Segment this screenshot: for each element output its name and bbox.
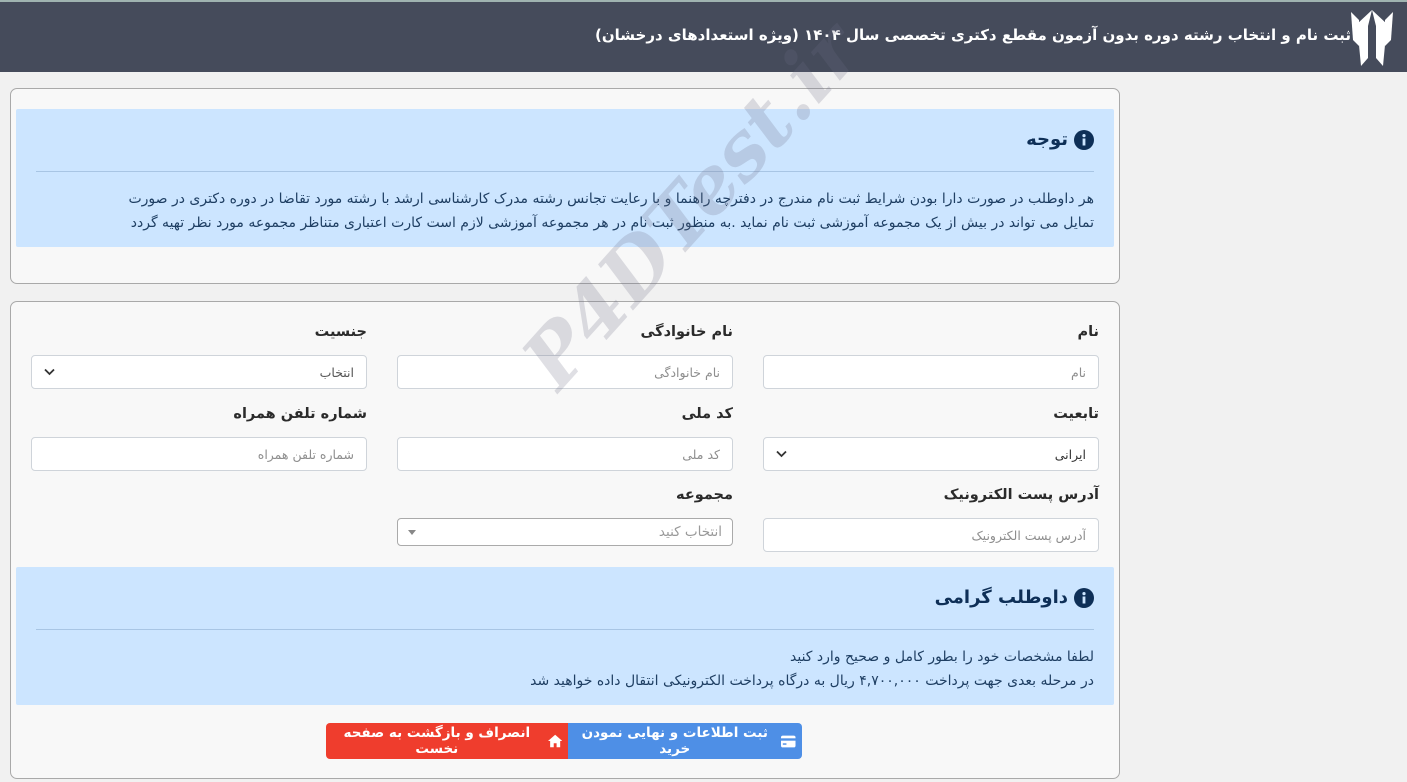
gender-selected-value: انتخاب: [319, 364, 354, 380]
group-placeholder: انتخاب کنید: [658, 524, 722, 540]
submit-purchase-button[interactable]: ثبت اطلاعات و نهایی نمودن خرید: [568, 723, 802, 759]
notice-heading-text: توجه: [1026, 129, 1068, 150]
group-select[interactable]: انتخاب کنید: [397, 518, 733, 546]
candidate-line: در مرحله بعدی جهت پرداخت ۴,۷۰۰,۰۰۰ ریال …: [530, 673, 1094, 689]
last-name-input[interactable]: [397, 355, 733, 389]
candidate-line: لطفا مشخصات خود را بطور کامل و صحیح وارد…: [790, 649, 1094, 665]
national-code-label: کد ملی: [681, 406, 733, 422]
university-logo-icon: [1351, 10, 1393, 66]
gender-select[interactable]: انتخاب: [31, 355, 367, 389]
registration-form-panel: نام نام خانوادگی جنسیت انتخاب تابعیت ایر…: [10, 301, 1120, 779]
group-label: مجموعه: [676, 487, 733, 503]
submit-purchase-label: ثبت اطلاعات و نهایی نمودن خرید: [581, 725, 768, 757]
notice-alert: توجه هر داوطلب در صورت دارا بودن شرایط ث…: [16, 109, 1114, 247]
cancel-home-label: انصراف و بازگشت به صفحه نخست: [343, 725, 531, 757]
nationality-label: تابعیت: [1053, 406, 1099, 422]
candidate-alert: داوطلب گرامی لطفا مشخصات خود را بطور کام…: [16, 567, 1114, 705]
gender-label: جنسیت: [314, 324, 367, 340]
chevron-down-icon: [776, 450, 787, 458]
home-icon: [547, 734, 562, 748]
notice-heading: توجه: [1026, 129, 1094, 150]
first-name-label: نام: [1077, 324, 1099, 340]
chevron-down-icon: [44, 368, 55, 376]
nationality-select[interactable]: ایرانی: [763, 437, 1099, 471]
email-label: آدرس پست الکترونیک: [943, 487, 1099, 503]
notice-body: هر داوطلب در صورت دارا بودن شرایط ثبت نا…: [36, 187, 1094, 235]
mobile-label: شماره تلفن همراه: [233, 406, 367, 422]
last-name-label: نام خانوادگی: [640, 324, 733, 340]
candidate-heading-text: داوطلب گرامی: [934, 587, 1068, 608]
notice-line: تمایل می تواند در بیش از یک مجموعه آموزش…: [130, 215, 1094, 231]
cancel-home-button[interactable]: انصراف و بازگشت به صفحه نخست: [326, 723, 568, 759]
info-icon: [1074, 587, 1094, 608]
first-name-input[interactable]: [763, 355, 1099, 389]
alert-divider: [36, 171, 1094, 172]
candidate-heading: داوطلب گرامی: [935, 587, 1094, 608]
notice-line: هر داوطلب در صورت دارا بودن شرایط ثبت نا…: [128, 191, 1094, 207]
nationality-selected-value: ایرانی: [1054, 446, 1086, 462]
email-input[interactable]: [763, 518, 1099, 552]
caret-down-icon: [408, 529, 416, 535]
mobile-input[interactable]: [31, 437, 367, 471]
notice-panel: توجه هر داوطلب در صورت دارا بودن شرایط ث…: [10, 88, 1120, 284]
credit-card-icon: [781, 735, 796, 747]
page-title: ثبت نام و انتخاب رشته دوره بدون آزمون مق…: [594, 26, 1351, 44]
national-code-input[interactable]: [397, 437, 733, 471]
alert-divider: [36, 629, 1094, 630]
top-header: ثبت نام و انتخاب رشته دوره بدون آزمون مق…: [0, 0, 1407, 72]
info-icon: [1074, 129, 1094, 150]
candidate-body: لطفا مشخصات خود را بطور کامل و صحیح وارد…: [36, 645, 1094, 693]
